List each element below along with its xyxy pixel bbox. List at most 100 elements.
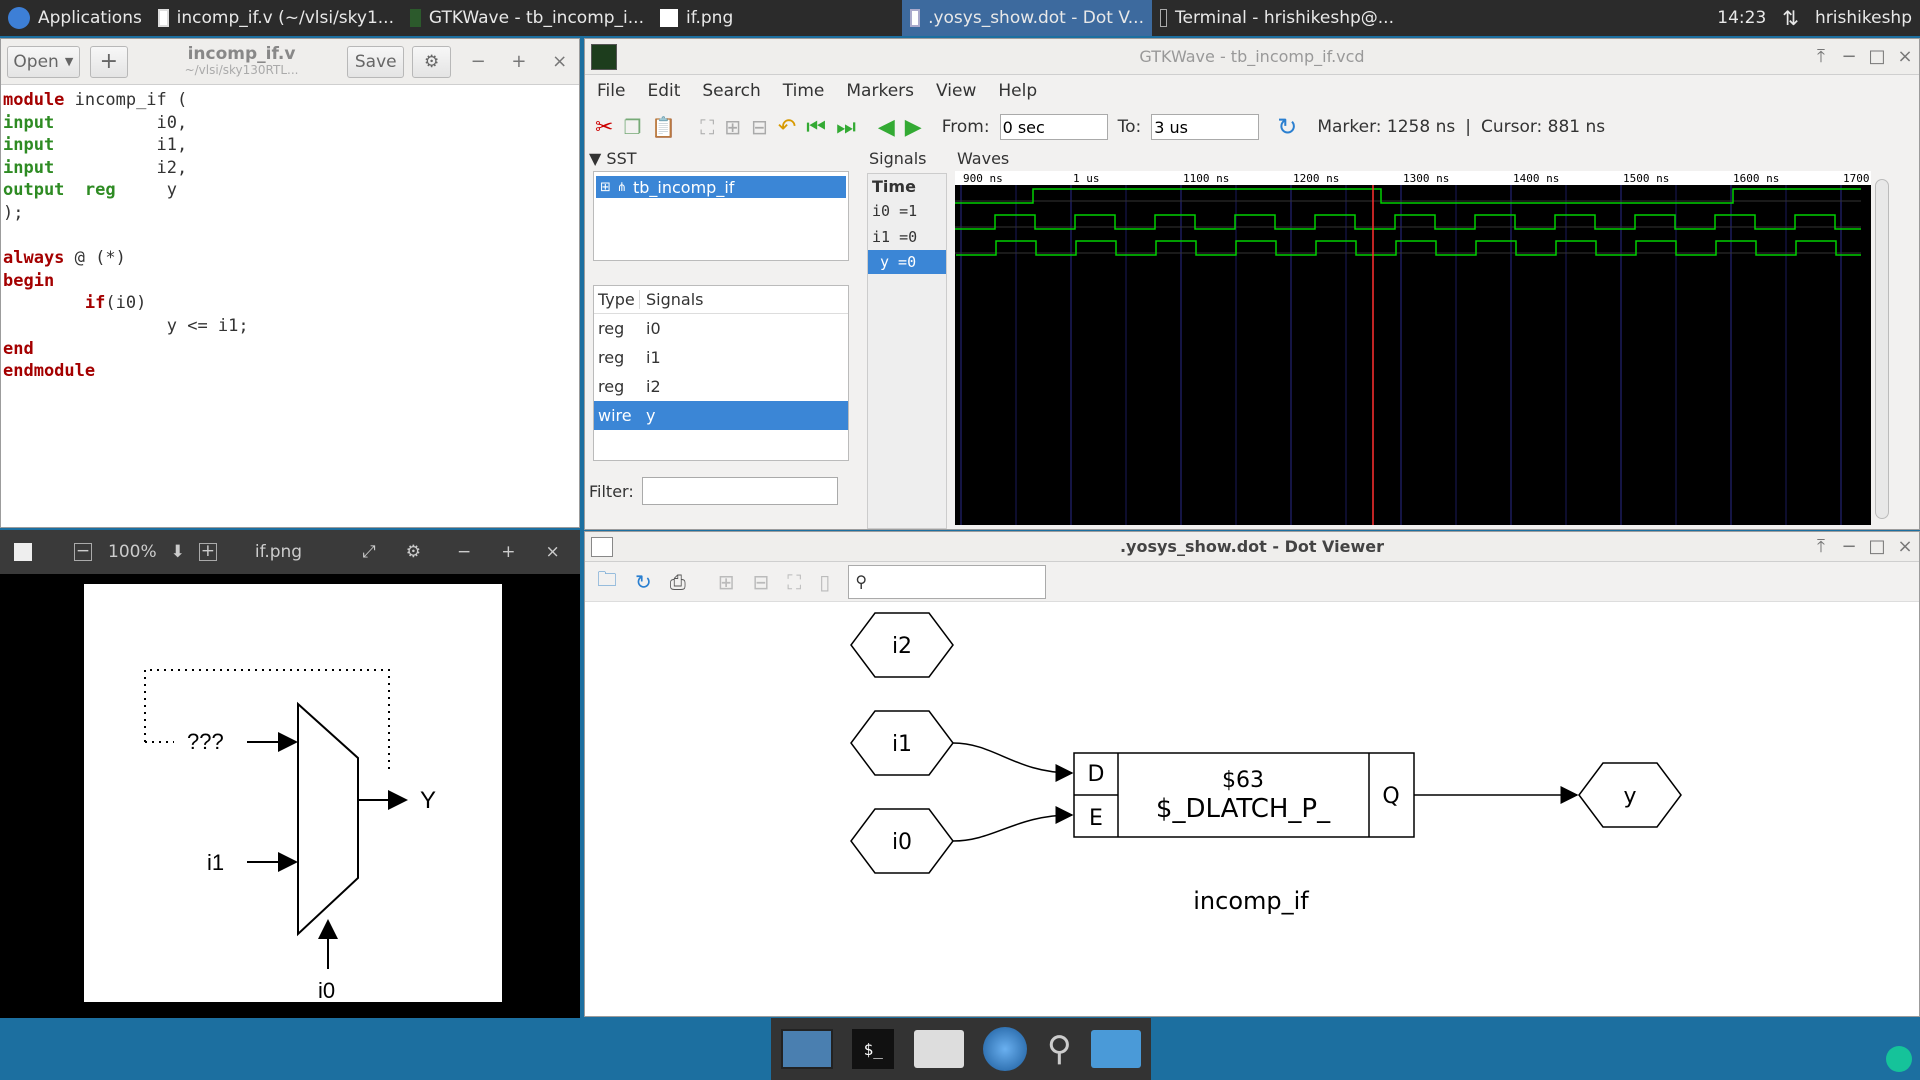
reload-icon[interactable]: ↻: [635, 570, 652, 594]
zoom-in-button[interactable]: +: [198, 543, 217, 561]
zoom-in-icon[interactable]: ⊞: [718, 570, 735, 594]
zoom-out-button[interactable]: −: [74, 543, 92, 561]
reload-icon[interactable]: ↻: [1277, 113, 1297, 141]
network-status[interactable]: ⇅: [1774, 0, 1807, 36]
minimize-button[interactable]: −: [1835, 46, 1863, 67]
tree-expander-icon[interactable]: ⊞: [600, 180, 611, 195]
code-token: incomp_if (: [64, 90, 188, 110]
jump-end-icon[interactable]: ⏭: [836, 115, 856, 140]
filter-input[interactable]: [641, 477, 838, 505]
port-label: i2: [892, 634, 912, 659]
gear-icon[interactable]: ⚙: [406, 542, 421, 562]
maximize-button[interactable]: +: [506, 51, 533, 72]
menu-time[interactable]: Time: [783, 81, 825, 101]
settings-button[interactable]: ⚙: [412, 45, 451, 78]
zoom-out-icon[interactable]: ⊟: [751, 115, 768, 139]
search-box[interactable]: ⚲: [848, 564, 1047, 599]
menu-markers[interactable]: Markers: [846, 81, 914, 101]
waves-scrollbar[interactable]: [1875, 179, 1889, 519]
next-edge-icon[interactable]: ▶: [905, 115, 922, 140]
open-button[interactable]: Open ▼: [7, 45, 80, 78]
prev-edge-icon[interactable]: ◀: [878, 115, 895, 140]
menu-help[interactable]: Help: [998, 81, 1037, 101]
user-name: hrishikeshp: [1815, 8, 1912, 28]
close-button[interactable]: ×: [545, 542, 559, 562]
save-button[interactable]: Save: [347, 45, 405, 78]
home-folder-icon[interactable]: [913, 1030, 964, 1068]
shade-button[interactable]: ⤒: [1807, 46, 1835, 67]
jump-start-icon[interactable]: ⏮: [806, 115, 826, 140]
sst-pane: ▼ SST ⊞ ⋔ tb_incomp_if Type Signals reg …: [589, 149, 859, 529]
signal-row[interactable]: reg i1: [594, 343, 848, 372]
to-input[interactable]: [1151, 114, 1260, 140]
task-terminal[interactable]: Terminal - hrishikeshp@...: [1152, 0, 1402, 36]
file-manager-icon[interactable]: [1091, 1030, 1142, 1068]
sst-label: SST: [606, 149, 637, 168]
web-browser-icon[interactable]: [983, 1027, 1028, 1071]
tree-item-tb-incomp-if[interactable]: ⊞ ⋔ tb_incomp_if: [596, 176, 846, 198]
maximize-button[interactable]: □: [1863, 536, 1891, 557]
value-row-i0[interactable]: i0 =1: [868, 198, 946, 224]
signal-row[interactable]: wire y: [594, 401, 848, 430]
port-node-y[interactable]: y: [1578, 762, 1682, 828]
zoom-fit-icon[interactable]: ⛶: [700, 115, 714, 139]
close-button[interactable]: ×: [1891, 536, 1919, 557]
minimize-button[interactable]: −: [1835, 536, 1863, 557]
waveform-canvas[interactable]: 900 ns 1 us 1100 ns 1200 ns 1300 ns 1400 ns 15…: [955, 171, 1871, 525]
netlist-graph[interactable]: i2 i1 i0 D E $63 $_DLATCH_P_ Q y incomp_…: [585, 603, 1919, 1017]
maximize-button[interactable]: +: [501, 542, 515, 562]
undo-icon[interactable]: ↶: [778, 115, 796, 140]
port-node-i2[interactable]: i2: [850, 612, 954, 678]
port-node-i0[interactable]: i0: [850, 808, 954, 874]
task-dot-viewer[interactable]: .yosys_show.dot - Dot V...: [902, 0, 1152, 36]
terminal-launcher-icon[interactable]: $_: [852, 1029, 895, 1069]
menu-view[interactable]: View: [936, 81, 976, 101]
open-folder-icon[interactable]: 🗀: [597, 565, 617, 599]
zoom-level[interactable]: 100%: [108, 542, 157, 562]
value-row-i1[interactable]: i1 =0: [868, 224, 946, 250]
print-icon[interactable]: ⎙: [670, 570, 686, 594]
code-view[interactable]: module incomp_if (input i0, input i1, inpu…: [1, 85, 579, 387]
task-image-viewer[interactable]: if.png: [652, 0, 902, 36]
grammarly-icon[interactable]: [1886, 1046, 1912, 1072]
port-node-i1[interactable]: i1: [850, 710, 954, 776]
signal-row[interactable]: reg i2: [594, 372, 848, 401]
search-input[interactable]: [871, 574, 1032, 589]
clock[interactable]: 14:23: [1709, 0, 1774, 36]
task-gtkwave[interactable]: GTKWave - tb_incomp_i...: [402, 0, 652, 36]
zoom-100-icon[interactable]: ▯: [819, 570, 830, 594]
copy-icon[interactable]: ❐: [623, 115, 641, 139]
close-button[interactable]: ×: [1891, 46, 1919, 67]
signal-row[interactable]: reg i0: [594, 314, 848, 343]
menu-search[interactable]: Search: [702, 81, 760, 101]
applications-menu[interactable]: Applications: [0, 0, 150, 36]
minimize-button[interactable]: −: [465, 51, 492, 72]
sst-header[interactable]: ▼ SST: [589, 149, 859, 169]
zoom-fit-icon[interactable]: ⛶: [787, 570, 801, 594]
zoom-in-icon[interactable]: ⊞: [724, 115, 741, 139]
close-button[interactable]: ×: [546, 51, 573, 72]
paste-icon[interactable]: 📋: [651, 115, 676, 139]
zoom-out-icon[interactable]: ⊟: [753, 570, 770, 594]
cut-icon[interactable]: ✂: [595, 115, 613, 140]
value-row-y[interactable]: y =0: [868, 250, 946, 274]
dot-app-icon: [591, 536, 613, 557]
maximize-button[interactable]: □: [1863, 46, 1891, 67]
from-input[interactable]: [999, 114, 1108, 140]
zoom-menu-down-icon[interactable]: ⬇: [171, 542, 185, 562]
menu-edit[interactable]: Edit: [647, 81, 680, 101]
new-tab-button[interactable]: +: [89, 45, 128, 78]
minimize-button[interactable]: −: [457, 542, 471, 562]
user-menu[interactable]: hrishikeshp: [1807, 0, 1920, 36]
menu-file[interactable]: File: [597, 81, 625, 101]
signals-column-header[interactable]: Signals: [640, 290, 703, 309]
task-editor[interactable]: incomp_if.v (~/vlsi/sky1...: [150, 0, 402, 36]
fullscreen-icon[interactable]: ⤢: [362, 542, 376, 562]
dot-toolbar: 🗀 ↻ ⎙ ⊞ ⊟ ⛶ ▯ ⚲: [585, 562, 1919, 602]
port-label: y: [1623, 784, 1636, 809]
type-column-header[interactable]: Type: [594, 290, 640, 309]
show-desktop-icon[interactable]: [780, 1029, 833, 1069]
shade-button[interactable]: ⤒: [1807, 536, 1835, 557]
dlatch-cell[interactable]: D E $63 $_DLATCH_P_ Q: [1073, 752, 1415, 838]
app-finder-icon[interactable]: ⚲: [1047, 1029, 1072, 1069]
